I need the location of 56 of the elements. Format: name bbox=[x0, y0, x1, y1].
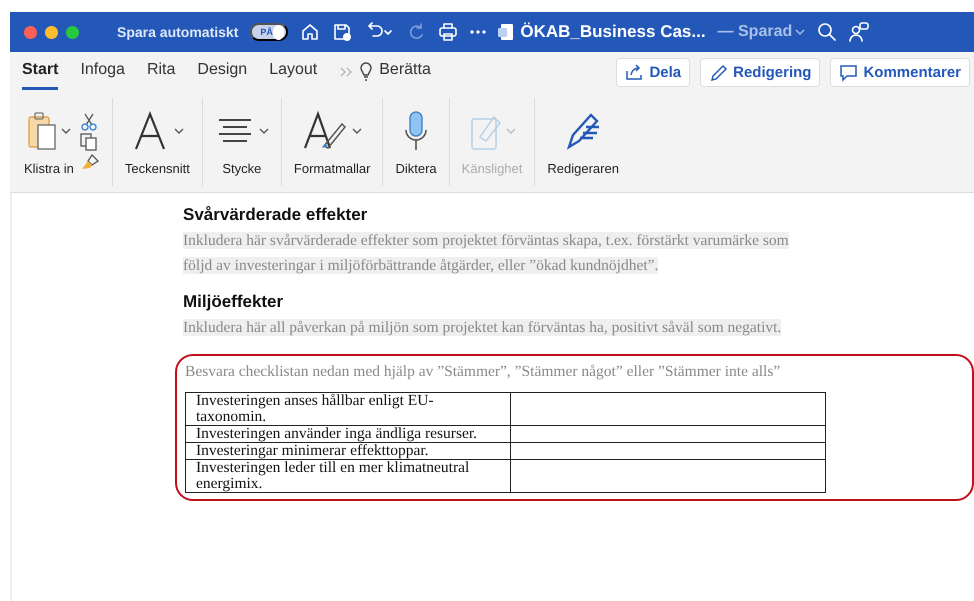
styles-button[interactable]: Formatmallar bbox=[294, 160, 370, 176]
font-button[interactable]: Teckensnitt bbox=[124, 160, 190, 176]
table-cell: Investeringen leder till en mer klimatneutral energimix. bbox=[186, 460, 510, 492]
caret-icon[interactable] bbox=[352, 126, 362, 134]
tell-me-button[interactable]: Berätta bbox=[379, 54, 431, 90]
placeholder-text: Inkludera här all påverkan på miljön som projektet kan förväntas ha, positivt såväl som negativt. bbox=[183, 318, 782, 338]
answer-cell[interactable] bbox=[510, 426, 826, 442]
pencil-icon bbox=[709, 62, 728, 82]
document-title: ÖKAB_Business Cas... bbox=[520, 22, 706, 42]
editor-button[interactable]: Redigeraren bbox=[547, 160, 619, 176]
ribbon-tab[interactable]: Infoga bbox=[80, 54, 125, 90]
share-icon bbox=[625, 62, 644, 82]
caret-icon[interactable] bbox=[60, 126, 71, 134]
section-heading: Svårvärderade effekter bbox=[183, 205, 368, 225]
caret-icon[interactable] bbox=[795, 28, 806, 36]
table-cell: Investeringen anses hållbar enligt EU-taxonomin. bbox=[186, 392, 510, 426]
window-control[interactable] bbox=[45, 26, 58, 38]
microphone-icon[interactable] bbox=[403, 110, 430, 152]
home-icon[interactable] bbox=[300, 22, 320, 42]
table-cell: Investeringen använder inga ändliga resurser. bbox=[186, 426, 510, 442]
autosave-label: Spara automatiskt bbox=[117, 24, 238, 40]
lightbulb-icon bbox=[359, 62, 374, 82]
caret-icon[interactable] bbox=[258, 126, 269, 134]
scissors-icon[interactable] bbox=[80, 113, 98, 131]
caret-icon[interactable] bbox=[174, 126, 184, 134]
comment-button[interactable]: Kommentarer bbox=[830, 58, 970, 86]
caret-icon bbox=[506, 126, 516, 134]
answer-cell[interactable] bbox=[510, 460, 826, 492]
save-status: — Sparad bbox=[718, 23, 792, 41]
placeholder-text: Inkludera här svårvärderade effekter som projektet förväntas skapa, t.ex. förstärkt varumärke som följd av investeringar i miljöförbättrande åtgärder, eller ”ökad kundnöjdhet”. bbox=[183, 231, 790, 276]
more-icon[interactable] bbox=[470, 29, 486, 35]
comment-icon bbox=[839, 62, 858, 82]
dictate-button[interactable]: Diktera bbox=[395, 160, 437, 176]
ribbon-tab[interactable]: Design bbox=[197, 54, 248, 90]
people-icon[interactable] bbox=[849, 22, 870, 42]
paragraph-button[interactable]: Stycke bbox=[222, 160, 262, 176]
ribbon-tab[interactable]: Rita bbox=[146, 54, 176, 90]
window-control[interactable] bbox=[66, 26, 79, 38]
ribbon-tab[interactable]: Layout bbox=[269, 54, 318, 90]
copy-icon[interactable] bbox=[80, 133, 98, 151]
print-icon[interactable] bbox=[438, 22, 458, 42]
clipboard-icon[interactable] bbox=[26, 110, 57, 150]
share-button[interactable]: Dela bbox=[616, 58, 690, 86]
word-document-icon bbox=[498, 23, 514, 41]
instruction-text: Besvara checklistan nedan med hjälp av ”Stämmer”, ”Stämmer något” eller ”Stämmer inte alls” bbox=[185, 362, 782, 382]
autosave-toggle[interactable]: PÅ bbox=[250, 23, 288, 41]
edit-button[interactable]: Redigering bbox=[700, 58, 820, 86]
save-icon[interactable] bbox=[332, 22, 352, 42]
section-heading: Miljöeffekter bbox=[183, 292, 284, 312]
answer-cell[interactable] bbox=[510, 392, 826, 426]
paste-button[interactable]: Klistra in bbox=[24, 160, 74, 176]
search-icon[interactable] bbox=[817, 22, 838, 42]
answer-cell[interactable] bbox=[510, 442, 826, 460]
format-brush-icon[interactable] bbox=[80, 153, 100, 171]
table-cell: Investeringar minimerar effekttoppar. bbox=[186, 442, 510, 460]
styles-brush-icon[interactable] bbox=[302, 110, 348, 152]
